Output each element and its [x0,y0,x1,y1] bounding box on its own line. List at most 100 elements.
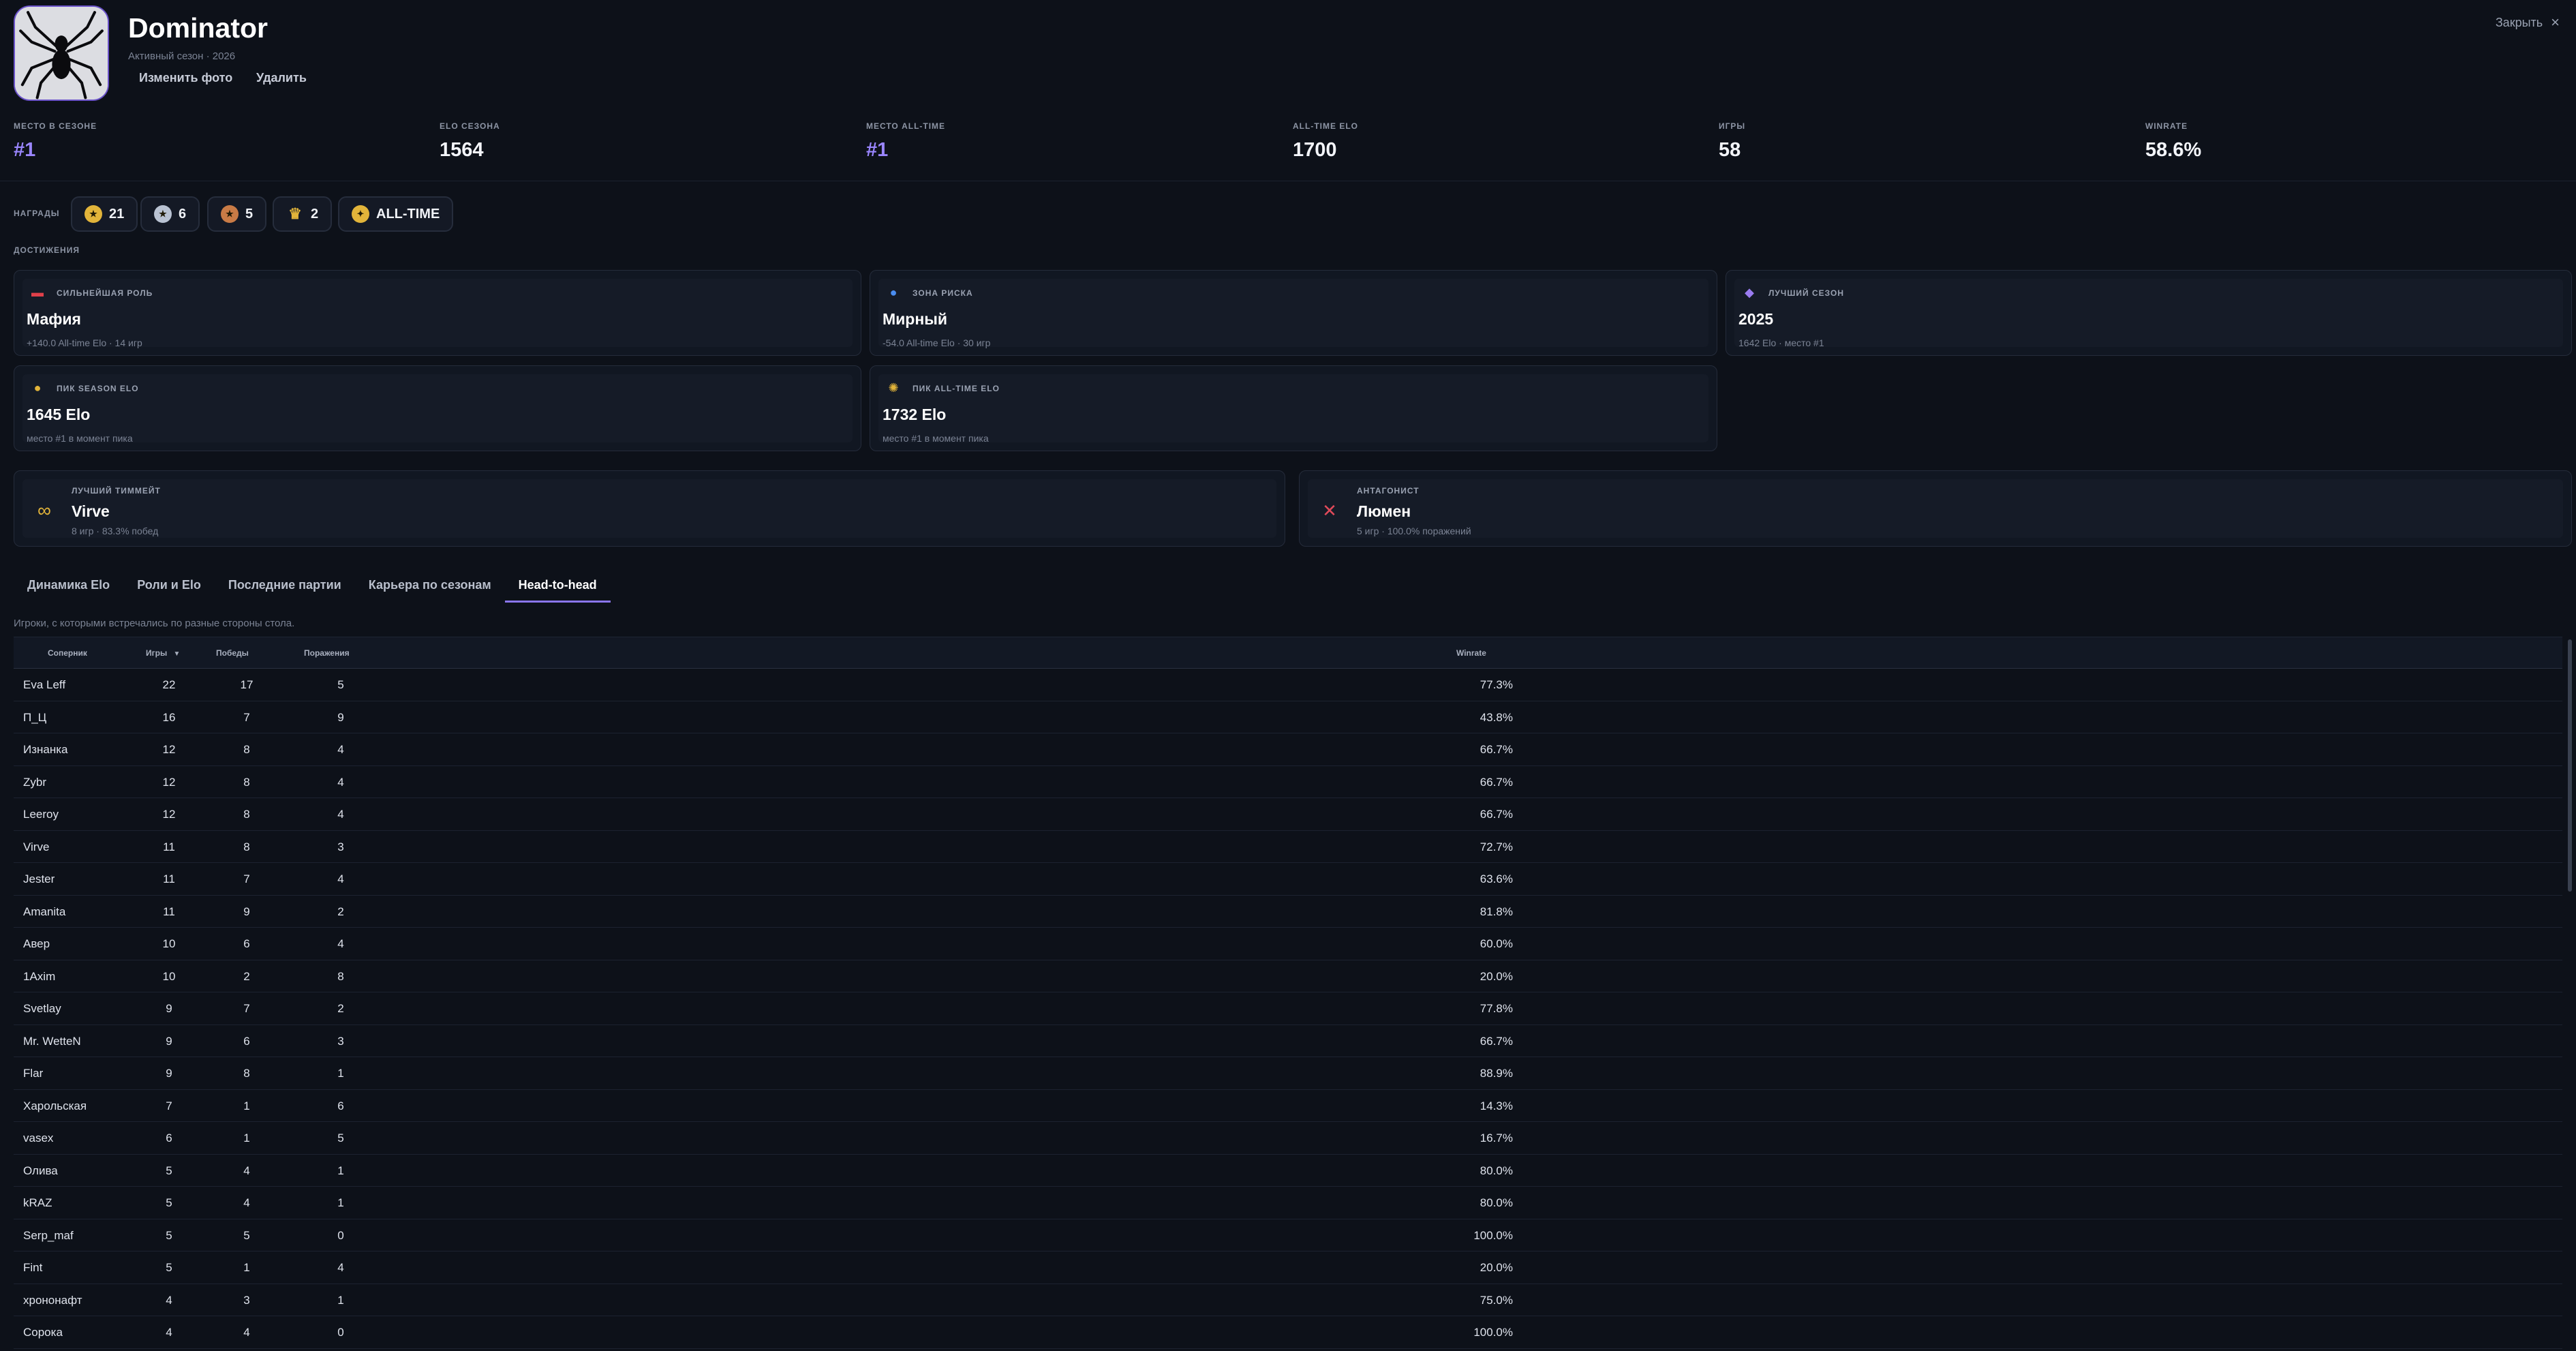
card-value: Люмен [1357,502,1411,520]
award-count: 21 [109,206,125,222]
wins-count: 2 [243,969,250,983]
winrate-value: 81.8% [1479,905,1513,918]
winrate-value: 60.0% [1479,937,1513,950]
wins-count: 5 [243,1228,250,1242]
tab-description: Игроки, с которыми встречались по разные… [14,618,295,629]
table-row[interactable]: Jester 11 7 4 63.6% [14,863,2562,896]
table-row[interactable]: Харольская 7 1 6 14.3% [14,1090,2562,1122]
stat-label: All-time Elo [1293,121,1358,131]
col-wins-header[interactable]: Победы [216,648,249,658]
table-row[interactable]: Serp_maf 5 5 0 100.0% [14,1219,2562,1251]
col-games-header[interactable]: Игры ▼ [146,648,180,658]
opponent-name: Изнанка [23,743,68,756]
wins-count: 7 [243,710,250,724]
losses-count: 0 [337,1228,344,1242]
laurel-badge-icon: ✺ [888,380,899,395]
close-icon: × [2551,14,2560,31]
games-count: 22 [162,678,176,691]
delete-photo-button[interactable]: Удалить [256,71,307,85]
stat-alltime-elo: All-time Elo 1700 [1293,121,1358,162]
games-count: 5 [166,1196,172,1209]
games-count: 12 [162,808,176,821]
wins-count: 1 [243,1099,250,1112]
table-row[interactable]: Leeroy 12 8 4 66.7% [14,798,2562,831]
table-row[interactable]: Сорока 4 4 0 100.0% [14,1316,2562,1349]
wins-count: 1 [243,1261,250,1274]
stat-value: 58 [1719,139,1741,161]
close-button[interactable]: Закрыть × [2496,14,2560,31]
table-row[interactable]: Eva Leff 22 17 5 77.3% [14,669,2562,701]
games-count: 9 [166,1067,172,1080]
table-row[interactable]: Amanita 11 9 2 81.8% [14,896,2562,928]
losses-count: 3 [337,1034,344,1048]
award-trophy: ♛ 2 [273,196,333,232]
award-silver: ★ 6 [140,196,200,232]
stat-label: Winrate [2145,121,2188,131]
table-row[interactable]: хрононафт 4 3 1 75.0% [14,1284,2562,1316]
games-count: 11 [163,840,175,853]
award-count: 6 [179,206,187,222]
card-sub: 1642 Elo · место #1 [1738,337,1824,348]
table-row[interactable]: Zybr 12 8 4 66.7% [14,766,2562,798]
wins-count: 3 [243,1293,250,1307]
player-name: Dominator [128,12,268,44]
wins-count: 17 [240,678,254,691]
winrate-value: 88.9% [1479,1067,1513,1080]
card-sub: +140.0 All-time Elo · 14 игр [27,337,142,348]
table-row[interactable]: Mr. WetteN 9 6 3 66.7% [14,1025,2562,1057]
losses-count: 4 [337,937,344,950]
table-row[interactable]: Svetlay 9 7 2 77.8% [14,992,2562,1025]
table-header: Соперник Игры ▼ Победы Поражения Winrate [14,637,2562,669]
winrate-value: 20.0% [1479,969,1513,983]
table-row[interactable]: kRAZ 5 4 1 80.0% [14,1187,2562,1219]
opponent-name: Flar [23,1067,44,1080]
table-scrollbar[interactable] [2568,639,2572,892]
tab-bar: Динамика Elo Роли и Elo Последние партии… [14,571,611,605]
wins-count: 4 [243,1164,250,1177]
wins-count: 9 [243,905,250,918]
stat-label: Место all-time [866,121,946,131]
table-row[interactable]: П_Ц 16 7 9 43.8% [14,701,2562,733]
season-subtitle: Активный сезон · 2026 [128,50,236,62]
tab-roles-elo[interactable]: Роли и Elo [123,571,215,603]
losses-count: 9 [337,710,344,724]
tab-recent-games[interactable]: Последние партии [215,571,355,603]
table-row[interactable]: Flar 9 8 1 88.9% [14,1057,2562,1090]
winrate-value: 72.7% [1479,840,1513,853]
stat-value: #1 [866,139,889,161]
losses-count: 1 [337,1164,344,1177]
award-bronze: ★ 5 [207,196,267,232]
games-count: 11 [163,872,175,885]
card-label: ПИК ALL-TIME ELO [913,384,1000,393]
col-opponent-header[interactable]: Соперник [48,648,87,658]
winrate-value: 66.7% [1479,775,1513,789]
change-photo-button[interactable]: Изменить фото [139,71,232,85]
gold-medal-icon: ★ [85,205,102,223]
winrate-value: 77.3% [1479,678,1513,691]
col-losses-header[interactable]: Поражения [304,648,350,658]
winrate-value: 100.0% [1473,1228,1513,1242]
table-row[interactable]: 1Axim 10 2 8 20.0% [14,960,2562,992]
season-crest-icon: ◆ [1745,285,1754,299]
opponent-name: Олива [23,1164,58,1177]
tab-elo-dynamics[interactable]: Динамика Elo [14,571,123,603]
avatar[interactable] [14,5,109,101]
winrate-value: 80.0% [1479,1164,1513,1177]
wins-count: 6 [243,1034,250,1048]
stat-label: Игры [1719,121,1746,131]
card-label: ЗОНА РИСКА [913,288,973,298]
winrate-value: 66.7% [1479,1034,1513,1048]
close-label: Закрыть [2495,15,2543,29]
table-row[interactable]: Fint 5 1 4 20.0% [14,1251,2562,1284]
table-row[interactable]: Изнанка 12 8 4 66.7% [14,733,2562,766]
table-row[interactable]: Virve 11 8 3 72.7% [14,831,2562,863]
table-row[interactable]: Олива 5 4 1 80.0% [14,1155,2562,1187]
table-row[interactable]: Авер 10 6 4 60.0% [14,928,2562,960]
col-winrate-header[interactable]: Winrate [1456,648,1486,658]
table-row[interactable]: vasex 6 1 5 16.7% [14,1122,2562,1155]
opponent-name: Serp_maf [23,1228,74,1242]
table-body: Eva Leff 22 17 5 77.3% П_Ц 16 7 9 43.8% Изнанка 12 8… [14,669,2562,1349]
tab-head-to-head[interactable]: Head-to-head [504,571,611,603]
tab-season-career[interactable]: Карьера по сезонам [355,571,505,603]
winrate-value: 14.3% [1479,1099,1513,1112]
